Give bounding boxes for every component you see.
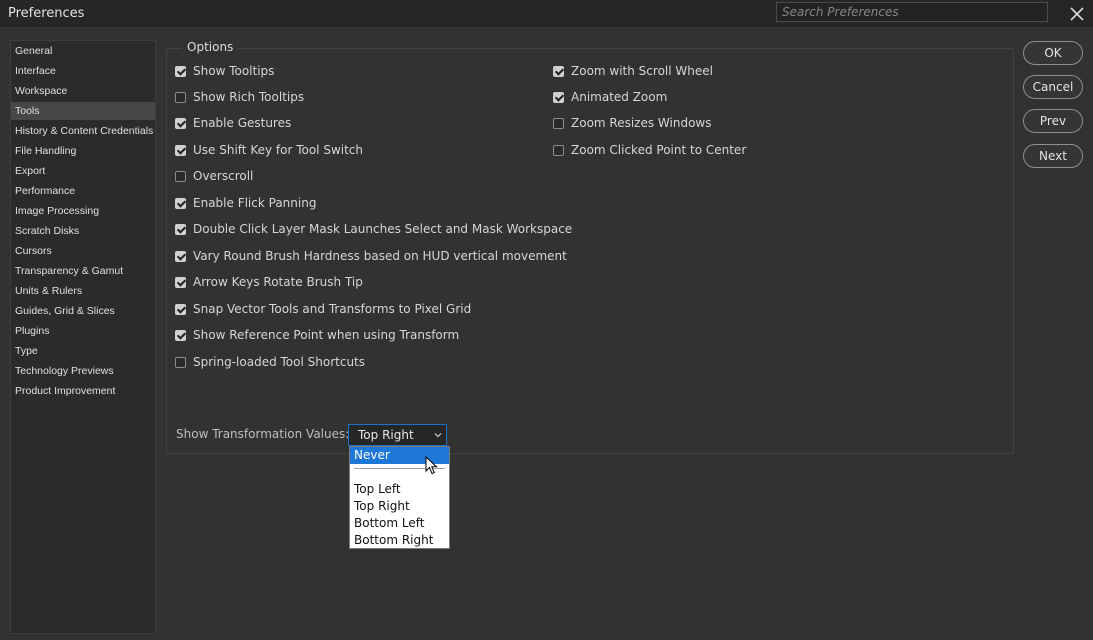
- next-button[interactable]: Next: [1023, 144, 1083, 168]
- checkbox-label: Zoom Clicked Point to Center: [571, 143, 747, 157]
- cancel-button[interactable]: Cancel: [1023, 75, 1083, 99]
- sidebar-item-image-processing[interactable]: Image Processing: [11, 202, 155, 220]
- option-snap-vector-tools-and-transforms-to-pixel-grid[interactable]: Snap Vector Tools and Transforms to Pixe…: [175, 301, 471, 317]
- sidebar-item-units-rulers[interactable]: Units & Rulers: [11, 282, 155, 300]
- preferences-sidebar: General Interface Workspace Tools History & …: [10, 40, 156, 634]
- checkbox-label: Overscroll: [193, 169, 254, 183]
- checkbox[interactable]: [175, 197, 186, 209]
- checkbox[interactable]: [175, 329, 186, 341]
- sidebar-item-performance[interactable]: Performance: [11, 182, 155, 200]
- checkbox-label: Show Reference Point when using Transfor…: [193, 328, 460, 342]
- sidebar-item-technology-previews[interactable]: Technology Previews: [11, 362, 155, 380]
- checkbox[interactable]: [553, 65, 564, 77]
- sidebar-item-tools[interactable]: Tools: [11, 102, 155, 120]
- search-preferences-input[interactable]: [776, 2, 1048, 22]
- checkbox[interactable]: [175, 91, 186, 103]
- mouse-pointer-icon: [425, 456, 438, 475]
- dropdown-option-top-left[interactable]: Top Left: [350, 481, 449, 498]
- ok-button[interactable]: OK: [1023, 41, 1083, 65]
- sidebar-item-product-improvement[interactable]: Product Improvement: [11, 382, 155, 400]
- checkbox-label: Vary Round Brush Hardness based on HUD v…: [193, 249, 567, 263]
- option-animated-zoom[interactable]: Animated Zoom: [553, 89, 667, 105]
- transformation-values-selected: Top Right: [358, 428, 414, 442]
- checkbox-label: Arrow Keys Rotate Brush Tip: [193, 275, 363, 289]
- dropdown-option-bottom-right[interactable]: Bottom Right: [350, 532, 449, 549]
- dropdown-option-bottom-left[interactable]: Bottom Left: [350, 515, 449, 532]
- checkbox[interactable]: [553, 91, 564, 103]
- option-show-rich-tooltips[interactable]: Show Rich Tooltips: [175, 89, 304, 105]
- option-zoom-resizes-windows[interactable]: Zoom Resizes Windows: [553, 115, 712, 131]
- checkbox[interactable]: [553, 117, 564, 129]
- sidebar-item-scratch-disks[interactable]: Scratch Disks: [11, 222, 155, 240]
- chevron-down-icon: [434, 433, 442, 438]
- window-title: Preferences: [8, 6, 85, 21]
- checkbox[interactable]: [175, 250, 186, 262]
- transformation-values-select[interactable]: Top Right: [348, 424, 447, 446]
- checkbox-label: Snap Vector Tools and Transforms to Pixe…: [193, 302, 472, 316]
- checkbox-label: Zoom Resizes Windows: [571, 116, 712, 130]
- option-enable-gestures[interactable]: Enable Gestures: [175, 115, 291, 131]
- checkbox[interactable]: [175, 356, 186, 368]
- checkbox[interactable]: [175, 144, 186, 156]
- options-group-title: Options: [182, 40, 239, 54]
- option-zoom-clicked-point-to-center[interactable]: Zoom Clicked Point to Center: [553, 142, 746, 158]
- title-bar: Preferences: [0, 0, 1093, 27]
- option-double-click-layer-mask-launches-select-and-mask-workspace[interactable]: Double Click Layer Mask Launches Select …: [175, 221, 572, 237]
- checkbox-label: Enable Flick Panning: [193, 196, 317, 210]
- option-arrow-keys-rotate-brush-tip[interactable]: Arrow Keys Rotate Brush Tip: [175, 274, 363, 290]
- sidebar-item-type[interactable]: Type: [11, 342, 155, 360]
- option-show-reference-point-when-using-transform[interactable]: Show Reference Point when using Transfor…: [175, 327, 459, 343]
- transformation-values-label: Show Transformation Values:: [176, 427, 350, 441]
- checkbox[interactable]: [175, 276, 186, 288]
- checkbox[interactable]: [553, 144, 564, 156]
- sidebar-item-plugins[interactable]: Plugins: [11, 322, 155, 340]
- option-spring-loaded-tool-shortcuts[interactable]: Spring-loaded Tool Shortcuts: [175, 354, 365, 370]
- sidebar-item-general[interactable]: General: [11, 42, 155, 60]
- checkbox-label: Enable Gestures: [193, 116, 292, 130]
- checkbox-label: Show Tooltips: [193, 64, 275, 78]
- checkbox[interactable]: [175, 117, 186, 129]
- option-vary-round-brush-hardness-based-on-hud-vertical-movement[interactable]: Vary Round Brush Hardness based on HUD v…: [175, 248, 567, 264]
- dropdown-option-top-right[interactable]: Top Right: [350, 498, 449, 515]
- checkbox[interactable]: [175, 303, 186, 315]
- checkbox-label: Animated Zoom: [571, 90, 668, 104]
- sidebar-item-interface[interactable]: Interface: [11, 62, 155, 80]
- sidebar-item-export[interactable]: Export: [11, 162, 155, 180]
- checkbox[interactable]: [175, 223, 186, 235]
- option-zoom-with-scroll-wheel[interactable]: Zoom with Scroll Wheel: [553, 63, 713, 79]
- prev-button[interactable]: Prev: [1023, 109, 1083, 133]
- close-icon[interactable]: [1068, 5, 1086, 23]
- sidebar-item-cursors[interactable]: Cursors: [11, 242, 155, 260]
- sidebar-item-workspace[interactable]: Workspace: [11, 82, 155, 100]
- checkbox-label: Show Rich Tooltips: [193, 90, 305, 104]
- checkbox[interactable]: [175, 65, 186, 77]
- option-use-shift-key-for-tool-switch[interactable]: Use Shift Key for Tool Switch: [175, 142, 363, 158]
- sidebar-item-file-handling[interactable]: File Handling: [11, 142, 155, 160]
- checkbox-label: Double Click Layer Mask Launches Select …: [193, 222, 573, 236]
- checkbox-label: Spring-loaded Tool Shortcuts: [193, 355, 366, 369]
- option-overscroll[interactable]: Overscroll: [175, 168, 253, 184]
- option-enable-flick-panning[interactable]: Enable Flick Panning: [175, 195, 316, 211]
- sidebar-item-transparency-gamut[interactable]: Transparency & Gamut: [11, 262, 155, 280]
- sidebar-item-guides-grid-slices[interactable]: Guides, Grid & Slices: [11, 302, 155, 320]
- checkbox-label: Use Shift Key for Tool Switch: [193, 143, 364, 157]
- sidebar-item-history-content-credentials[interactable]: History & Content Credentials: [11, 122, 155, 140]
- checkbox[interactable]: [175, 170, 186, 182]
- option-show-tooltips[interactable]: Show Tooltips: [175, 63, 274, 79]
- checkbox-label: Zoom with Scroll Wheel: [571, 64, 713, 78]
